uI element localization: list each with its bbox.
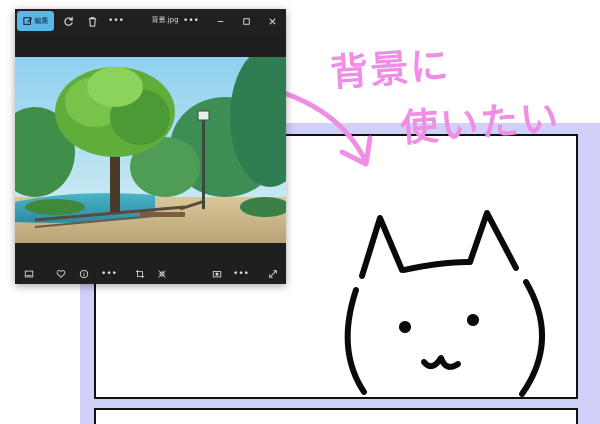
- annotation-line-1: 背景に: [328, 42, 452, 96]
- crop-icon[interactable]: [134, 268, 146, 280]
- rotate-icon[interactable]: [61, 14, 75, 28]
- photo-viewer-window: 編集 ••• 背景.jpg ••• ••• •••: [15, 9, 286, 284]
- comic-panel-bottom: [94, 408, 578, 424]
- close-icon[interactable]: [265, 14, 279, 28]
- more-icon[interactable]: •••: [101, 268, 117, 280]
- maximize-icon[interactable]: [239, 14, 253, 28]
- edit-icon: [22, 17, 32, 25]
- title-bar: 編集 ••• 背景.jpg •••: [15, 9, 286, 35]
- cat-eye-right: [467, 314, 479, 326]
- edit-button[interactable]: 編集: [17, 11, 54, 31]
- delete-icon[interactable]: [85, 14, 99, 28]
- photo-image: [15, 57, 286, 243]
- minimize-icon[interactable]: [213, 14, 227, 28]
- edit-label: 編集: [34, 17, 49, 25]
- slideshow-icon[interactable]: [23, 268, 35, 280]
- bottom-toolbar: ••• •••: [15, 264, 286, 284]
- more-icon[interactable]: •••: [233, 268, 249, 280]
- erase-icon[interactable]: [156, 268, 168, 280]
- cat-eye-left: [399, 321, 411, 333]
- camera-icon[interactable]: [211, 268, 223, 280]
- annotation-line-2: 使いたい: [398, 95, 562, 151]
- expand-icon[interactable]: [267, 268, 279, 280]
- more-icon[interactable]: •••: [108, 14, 124, 28]
- favorite-icon[interactable]: [55, 268, 67, 280]
- more-icon[interactable]: •••: [183, 14, 199, 28]
- info-icon[interactable]: [78, 268, 90, 280]
